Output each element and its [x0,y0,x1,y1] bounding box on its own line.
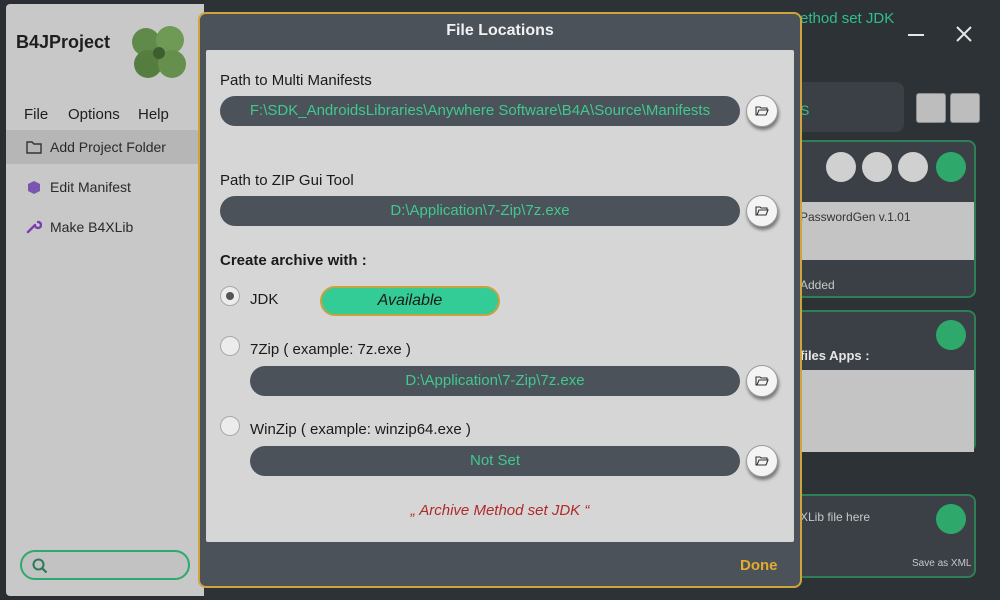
calendar-button[interactable] [862,152,892,182]
add-button[interactable] [898,152,928,182]
archive-section-label: Create archive with : [220,252,367,269]
jdk-label: JDK [250,291,279,308]
added-text: Added [800,278,835,292]
7zip-label: 7Zip ( example: 7z.exe ) [250,341,411,358]
open-folder-icon [755,106,769,116]
menu-help[interactable]: Help [138,106,169,123]
add-folder-button[interactable] [936,152,966,182]
zip-gui-path-field[interactable]: D:\Application\7-Zip\7z.exe [220,196,740,226]
sidebar-item-edit-manifest[interactable]: Edit Manifest [6,170,204,204]
sidebar-item-label: Edit Manifest [50,179,131,195]
library-row[interactable]: PasswordGen v.1.01 [800,210,911,224]
attach-button[interactable] [936,320,966,350]
jdk-radio[interactable] [220,286,240,306]
open-folder-button[interactable] [950,93,980,123]
open-folder-icon [755,456,769,466]
zip-gui-path-label: Path to ZIP Gui Tool [220,172,354,189]
7zip-radio[interactable] [220,336,240,356]
manifests-path-field[interactable]: F:\SDK_AndroidsLibraries\Anywhere Softwa… [220,96,740,126]
grid-button[interactable] [936,504,966,534]
winzip-radio[interactable] [220,416,240,436]
browse-7zip-button[interactable] [746,365,778,397]
folder-icon [26,141,42,154]
dialog-body: Path to Multi Manifests F:\SDK_AndroidsL… [206,50,794,542]
file-locations-dialog: File Locations Path to Multi Manifests F… [198,12,802,588]
winzip-path-field[interactable]: Not Set [250,446,740,476]
sidebar-item-make-b4xlib[interactable]: Make B4XLib [6,210,204,244]
drop-hint: XLib file here [800,510,871,524]
jdk-status-badge: Available [320,286,500,316]
clover-logo-icon [132,26,186,78]
sidebar-search-input[interactable] [20,550,190,580]
browse-manifests-button[interactable] [746,95,778,127]
manifest-icon [28,181,40,194]
manifests-path-label: Path to Multi Manifests [220,72,372,89]
done-button[interactable]: Done [740,557,778,574]
sidebar: B4JProject File Options Help Add Project… [6,4,204,596]
save-as-xml[interactable]: Save as XML [912,558,971,569]
browse-winzip-button[interactable] [746,445,778,477]
sidebar-item-label: Add Project Folder [50,139,166,155]
menu-options[interactable]: Options [68,106,120,123]
dialog-title: File Locations [446,22,554,39]
menu-bar: File Options Help [6,104,204,130]
7zip-path-field[interactable]: D:\Application\7-Zip\7z.exe [250,366,740,396]
minimize-button[interactable] [908,34,924,36]
folder-button[interactable] [916,93,946,123]
sidebar-item-add-project-folder[interactable]: Add Project Folder [6,130,204,164]
winzip-label: WinZip ( example: winzip64.exe ) [250,421,471,438]
files-apps-label: files Apps : [800,348,870,363]
wrench-icon [26,220,42,234]
close-icon[interactable] [954,24,974,44]
browse-zip-gui-button[interactable] [746,195,778,227]
sidebar-item-label: Make B4XLib [50,219,134,235]
search-icon [32,558,48,574]
menu-file[interactable]: File [24,106,48,123]
open-folder-icon [755,206,769,216]
open-folder-icon [755,376,769,386]
archive-method-status: „ Archive Method set JDK “ [410,502,590,519]
window-title: ethod set JDK [800,10,895,27]
app-title: B4JProject [16,32,111,52]
manifest-button[interactable] [826,152,856,182]
